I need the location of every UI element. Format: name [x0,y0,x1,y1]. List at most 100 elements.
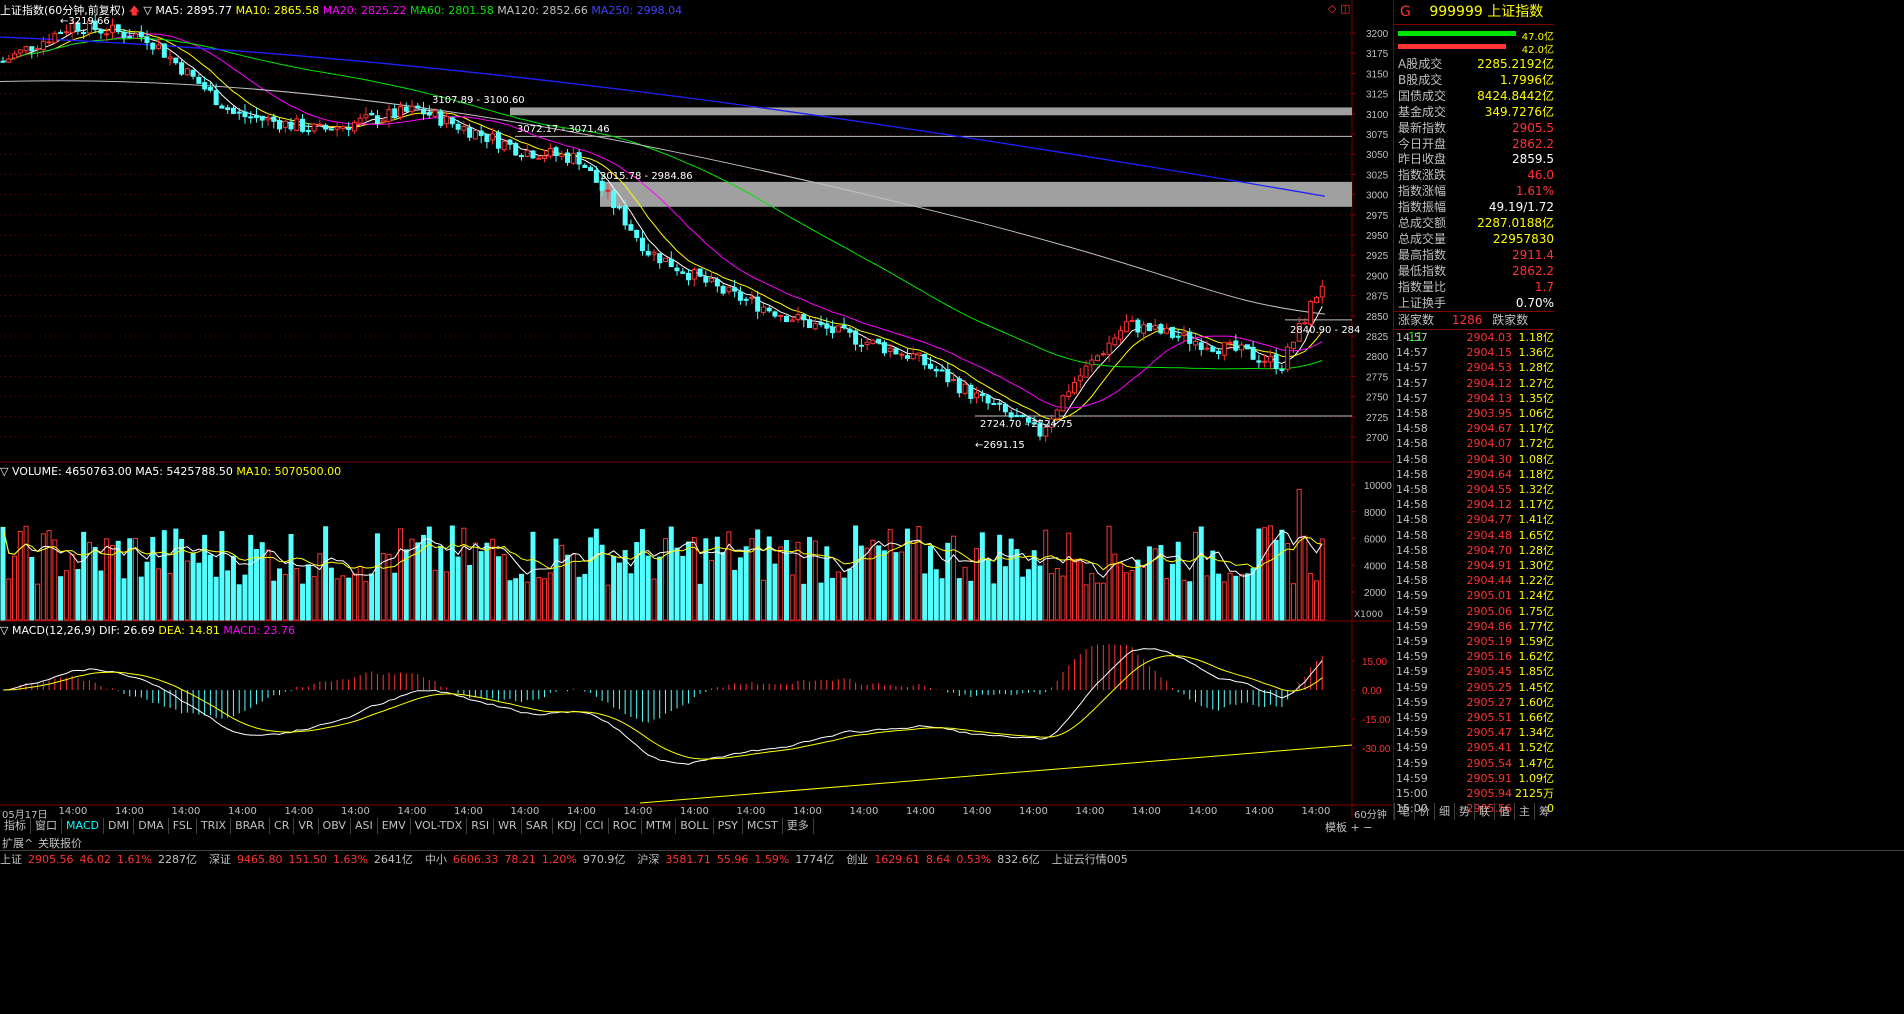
candle-body [253,115,259,118]
indicator-tab-brar[interactable]: BRAR [231,818,271,834]
sidebar-tab-细[interactable]: 细 [1434,803,1454,820]
indicator-tab-vol-tdx[interactable]: VOL-TDX [411,818,468,834]
indicator-tab-kdj[interactable]: KDJ [553,818,581,834]
sidebar-tab-联[interactable]: 联 [1474,803,1494,820]
tick-row: 14:59 2905.45 1.85亿 [1394,664,1554,679]
candle-body [415,105,421,109]
candle-body [760,306,766,313]
tick-row: 14:57 2904.13 1.35亿 [1394,391,1554,406]
indicator-tab-trix[interactable]: TRIX [197,818,232,834]
kline-chart-area[interactable]: 3200 3175 3150 3125 3100 3075 3050 3025 3000 2975… [0,0,1392,821]
candle-body [58,31,64,34]
tick-amount: 1.18亿 [1518,331,1555,344]
candle-body [1267,355,1273,363]
volume-bar [559,544,565,621]
volume-bar [1279,529,1285,621]
volume-bar [184,560,190,621]
stat-row: 总成交量 22957830 [1394,231,1554,247]
tick-amount: 1.06亿 [1518,407,1555,420]
sidebar-tab-主[interactable]: 主 [1514,803,1534,820]
sidebar-tab-值[interactable]: 值 [1494,803,1514,820]
collapse-icon[interactable]: ▽ [0,465,8,478]
collapse-icon[interactable]: ▽ [0,624,8,637]
candle-body [1181,332,1187,337]
volume-bar [490,538,496,621]
collapse-icon[interactable]: ▽ [143,4,151,17]
market-index-item[interactable]: 深证 9465.80 151.50 1.63% 2641亿 [209,853,419,866]
volume-bar [1083,584,1089,621]
kline-chart-svg[interactable]: 3200 3175 3150 3125 3100 3075 3050 3025 3000 2975… [0,0,1392,820]
indicator-tab-boll[interactable]: BOLL [676,818,714,834]
indicator-tab-asi[interactable]: ASI [351,818,378,834]
candle-body [52,32,58,44]
market-index-item[interactable]: 沪深 3581.71 55.96 1.59% 1774亿 [637,853,840,866]
stat-row: 昨日收盘 2859.5 [1394,151,1554,167]
indicator-tab-roc[interactable]: ROC [609,818,642,834]
tick-row: 14:58 2904.55 1.32亿 [1394,482,1554,497]
market-index-item[interactable]: 中小 6606.33 78.21 1.20% 970.9亿 [425,853,631,866]
indicator-tab-emv[interactable]: EMV [378,818,411,834]
candle-body [121,31,127,38]
sidebar-tab-价[interactable]: 价 [1414,803,1434,820]
volume-bar [219,531,225,621]
indicator-tab-wr[interactable]: WR [494,818,522,834]
volume-bar [910,540,916,621]
stat-value: 349.7276亿 [1484,104,1554,119]
candle-body [616,206,622,209]
indicator-tab-dma[interactable]: DMA [134,818,169,834]
macd-value-label: MACD: 23.76 [223,624,296,637]
indicator-tab-vr[interactable]: VR [294,818,319,834]
window-control-icons[interactable]: ◇ ◫ [1328,2,1350,15]
sidebar-tab-筹[interactable]: 筹 [1534,803,1554,820]
indicator-tab-cci[interactable]: CCI [581,818,609,834]
indicator-tab-mcst[interactable]: MCST [743,818,783,834]
candle-body [202,82,208,90]
extend-tab[interactable]: 扩展^ [2,835,33,851]
related-quote-tab[interactable]: 关联报价 [38,835,82,851]
volume-bar [225,570,231,621]
volume-bar [1227,572,1233,621]
level4-annotation: 2840.90 - 284 [1290,325,1361,336]
indicator-tab-psy[interactable]: PSY [714,818,743,834]
tick-amount: 1.32亿 [1518,483,1555,496]
indicator-tab-fsl[interactable]: FSL [169,818,197,834]
template-button[interactable]: 模板 + − [1325,819,1372,835]
volume-bar [933,569,939,621]
tick-price: 2905.16 [1466,650,1513,664]
stat-value: 8424.8442亿 [1477,88,1554,103]
indicator-tab-sar[interactable]: SAR [522,818,554,834]
indicator-tab-obv[interactable]: OBV [319,818,351,834]
level3-annotation: 3015.78 - 2984.86 [600,171,693,182]
candle-body [1273,354,1279,369]
tick-price: 2904.30 [1466,452,1513,466]
sidebar-tab-势[interactable]: 势 [1454,803,1474,820]
tick-time: 14:59 [1396,695,1428,709]
sidebar-tab-笔[interactable]: 笔 [1394,803,1414,820]
candle-body [109,24,115,33]
volume-bar [1285,542,1291,621]
volume-bar [46,530,52,621]
candle-body [1077,375,1083,382]
indicator-tab-窗口[interactable]: 窗口 [31,818,62,834]
candle-body [392,108,398,119]
resistance-zone [510,107,1352,116]
market-index-item[interactable]: 上证 2905.56 46.02 1.61% 2287亿 [0,853,203,866]
tick-time: 14:57 [1396,331,1428,344]
high-annotation: ←3219.66 [60,16,110,27]
stat-row: 国债成交 8424.8442亿 [1394,88,1554,104]
tick-time: 14:57 [1396,361,1428,375]
indicator-tab-cr[interactable]: CR [270,818,295,834]
candle-body [611,190,617,209]
indicator-tab-mtm[interactable]: MTM [642,818,677,834]
tick-row: 14:59 2905.51 1.66亿 [1394,710,1554,725]
indicator-tab-dmi[interactable]: DMI [104,818,135,834]
volume-bar [374,533,380,621]
candle-body [962,383,968,394]
time-axis-label: 14:00 [962,806,992,817]
indicator-tab-rsi[interactable]: RSI [467,818,495,834]
indicator-tab-指标[interactable]: 指标 [0,818,31,834]
indicator-tab-更多[interactable]: 更多 [783,818,814,834]
indicator-tab-macd[interactable]: MACD [62,818,104,834]
volume-bar [1141,566,1147,621]
market-index-item[interactable]: 创业 1629.61 8.64 0.53% 832.6亿 [846,853,1045,866]
